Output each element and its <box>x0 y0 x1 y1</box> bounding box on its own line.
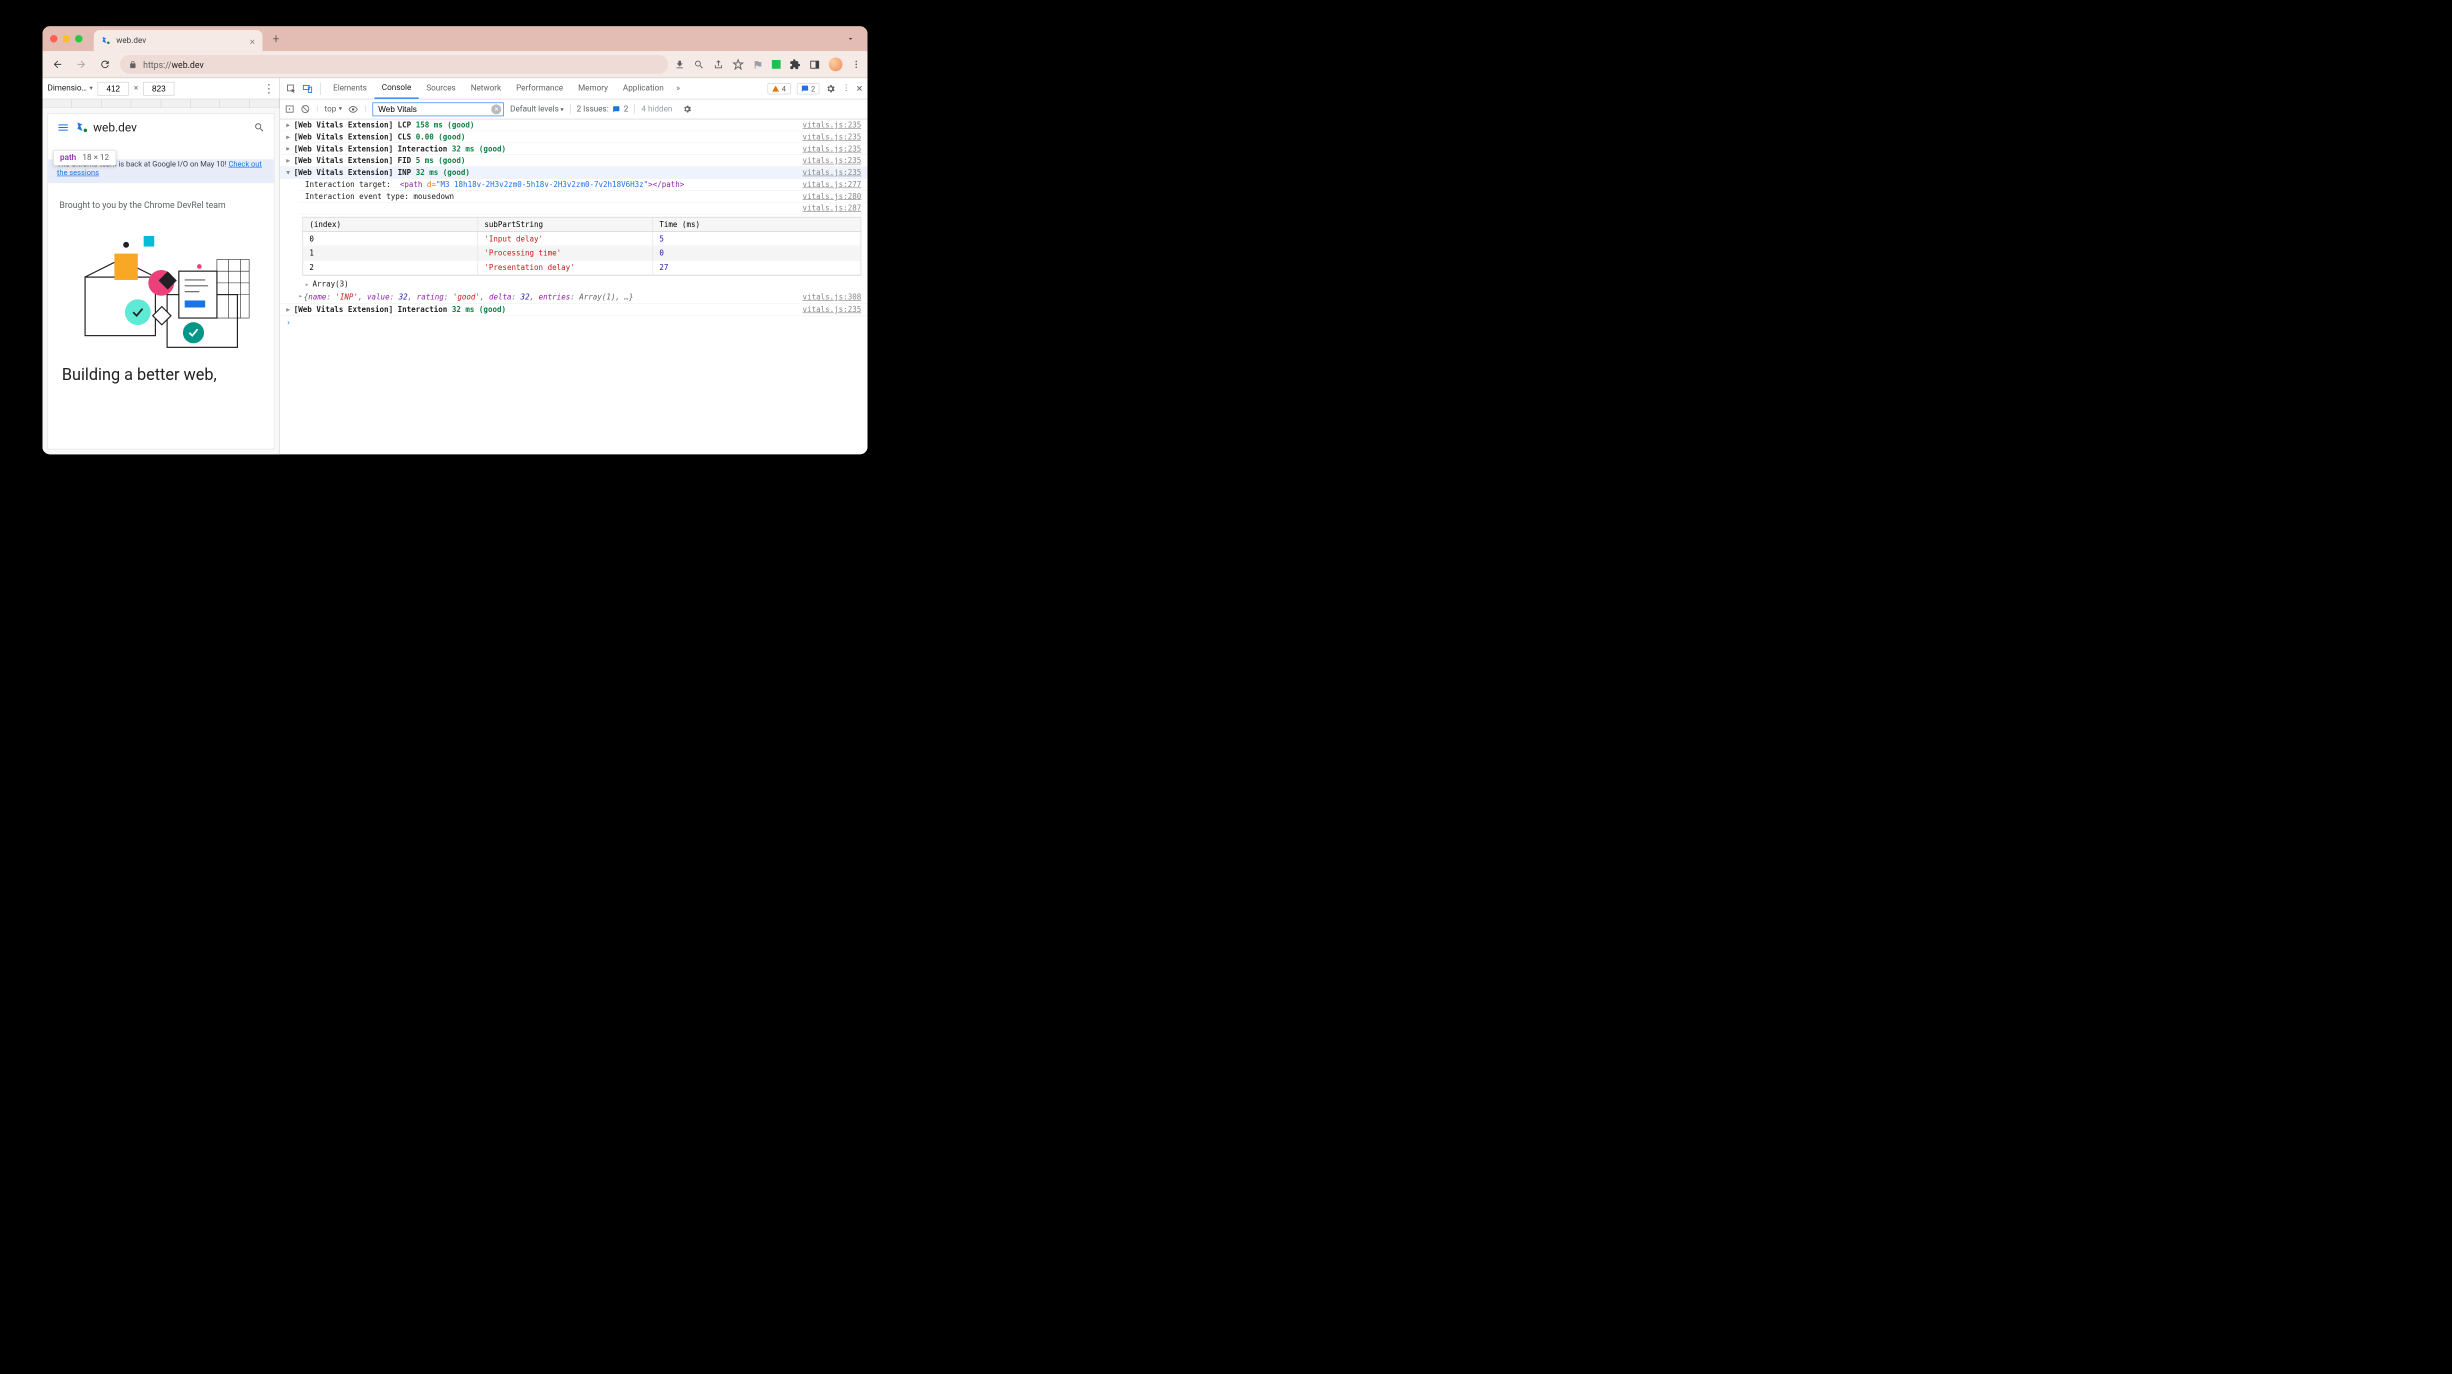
source-link[interactable]: vitals.js:235 <box>803 305 862 314</box>
console-message[interactable]: ▶ [Web Vitals Extension] CLS 0.00 (good)… <box>280 131 868 143</box>
live-expression-icon[interactable] <box>348 104 358 114</box>
gear-icon[interactable] <box>826 83 836 93</box>
inspect-icon[interactable] <box>285 82 298 95</box>
console-message[interactable]: ▶ [Web Vitals Extension] FID 5 ms (good)… <box>280 155 868 167</box>
device-more-icon[interactable]: ⋮ <box>263 82 274 95</box>
flag-icon[interactable] <box>753 59 764 70</box>
reload-button[interactable] <box>96 56 114 74</box>
issues-indicator[interactable]: 2 Issues: 2 <box>570 104 629 113</box>
tooltip-size: 18 × 12 <box>82 153 109 162</box>
devtools-tab-performance[interactable]: Performance <box>509 78 571 99</box>
console-filter-bar: | top | × Default levels 2 Issues: 2 4 h… <box>280 99 868 119</box>
emulated-viewport: web.dev path 18 × 12 The Chrome team is … <box>43 108 280 454</box>
table-row: 0'Input delay'5 <box>303 232 861 246</box>
close-icon[interactable]: × <box>250 35 255 47</box>
new-tab-button[interactable]: + <box>268 31 285 46</box>
console-message[interactable]: ▶ [Web Vitals Extension] Interaction 32 … <box>280 143 868 155</box>
element-tooltip: path 18 × 12 <box>53 150 116 166</box>
url-bar[interactable]: https://web.dev <box>120 55 668 74</box>
devtools-tab-application[interactable]: Application <box>615 78 671 99</box>
filter-input[interactable] <box>373 102 504 116</box>
device-toolbar: Dimensio… × ⋮ <box>43 78 280 99</box>
url-scheme: https:// <box>143 60 171 70</box>
back-button[interactable] <box>49 56 67 74</box>
hero-title: Building a better web, <box>48 361 274 390</box>
share-icon[interactable] <box>713 59 724 70</box>
sidepanel-icon[interactable] <box>809 59 820 70</box>
hero-caption: Brought to you by the Chrome DevRel team <box>48 183 274 217</box>
warnings-pill[interactable]: 4 <box>767 83 790 94</box>
favicon-icon <box>101 36 111 46</box>
tooltip-element: path <box>60 153 76 162</box>
devtools-tabs: ElementsConsoleSourcesNetworkPerformance… <box>280 78 868 99</box>
array-summary[interactable]: Array(3) <box>280 278 868 291</box>
browser-toolbar: https://web.dev <box>43 51 868 77</box>
console-object[interactable]: {name: 'INP', value: 32, rating: 'good',… <box>280 291 868 304</box>
ruler <box>43 99 280 108</box>
source-link[interactable]: vitals.js:235 <box>803 133 862 142</box>
hidden-count: 4 hidden <box>635 104 673 113</box>
table-row: 2'Presentation delay'27 <box>303 261 861 275</box>
extensions-icon[interactable] <box>789 59 800 70</box>
brand-logo[interactable]: web.dev <box>76 120 137 134</box>
devtools-more-icon[interactable]: ⋮ <box>842 84 850 93</box>
extension-indicator[interactable] <box>772 60 781 69</box>
console-output: ▶ [Web Vitals Extension] LCP 158 ms (goo… <box>280 119 868 454</box>
devtools-close-icon[interactable]: × <box>856 82 862 95</box>
clear-console-icon[interactable] <box>301 104 310 113</box>
window-close[interactable] <box>50 35 58 43</box>
window-maximize[interactable] <box>75 35 83 43</box>
devtools-tab-elements[interactable]: Elements <box>326 78 375 99</box>
toolbar-actions <box>674 58 861 72</box>
forward-button[interactable] <box>73 56 91 74</box>
log-levels-select[interactable]: Default levels <box>510 104 563 113</box>
browser-tab[interactable]: web.dev × <box>94 30 263 51</box>
hero-illustration <box>48 217 274 361</box>
console-table: (index)subPartStringTime (ms)0'Input del… <box>303 217 862 276</box>
device-dimensions-select[interactable]: Dimensio… <box>48 84 93 93</box>
tab-strip: web.dev × + <box>43 26 868 51</box>
hamburger-icon[interactable] <box>57 121 70 134</box>
source-link[interactable]: vitals.js:235 <box>803 144 862 153</box>
download-icon[interactable] <box>674 59 685 70</box>
url-host: web.dev <box>171 60 203 70</box>
devtools-tab-memory[interactable]: Memory <box>571 78 616 99</box>
console-message[interactable]: ▼ [Web Vitals Extension] INP 32 ms (good… <box>280 167 868 179</box>
search-icon[interactable] <box>254 122 265 133</box>
profile-avatar[interactable] <box>829 58 843 72</box>
devtools-panel: ElementsConsoleSourcesNetworkPerformance… <box>280 78 868 454</box>
brand-text: web.dev <box>93 120 137 134</box>
clear-filter-icon[interactable]: × <box>491 104 501 114</box>
device-height-input[interactable] <box>143 82 174 96</box>
device-toggle-icon[interactable] <box>301 82 314 95</box>
tab-title: web.dev <box>116 36 245 45</box>
device-preview-panel: Dimensio… × ⋮ web.dev <box>43 78 281 454</box>
tabs-dropdown-icon[interactable] <box>841 34 860 43</box>
console-message[interactable]: ▶ [Web Vitals Extension] LCP 158 ms (goo… <box>280 119 868 131</box>
browser-window: web.dev × + https://web.dev <box>43 26 868 454</box>
device-width-input[interactable] <box>98 82 129 96</box>
zoom-icon[interactable] <box>694 59 705 70</box>
table-row: 1'Processing time'0 <box>303 246 861 260</box>
console-prompt[interactable] <box>280 316 868 330</box>
source-link[interactable]: vitals.js:235 <box>803 168 862 177</box>
console-sidebar-toggle-icon[interactable] <box>285 104 294 113</box>
console-settings-icon[interactable] <box>682 104 691 113</box>
more-tabs-icon[interactable]: » <box>672 84 683 93</box>
source-link[interactable]: vitals.js:235 <box>803 156 862 165</box>
devtools-tab-sources[interactable]: Sources <box>419 78 463 99</box>
messages-pill[interactable]: 2 <box>797 83 820 94</box>
lock-icon <box>129 60 137 68</box>
dim-x: × <box>134 84 138 93</box>
execution-context-select[interactable]: top <box>324 104 341 113</box>
console-message[interactable]: ▶ [Web Vitals Extension] Interaction 32 … <box>280 304 868 316</box>
devtools-tab-console[interactable]: Console <box>374 78 419 99</box>
window-controls <box>50 35 83 43</box>
window-minimize[interactable] <box>63 35 71 43</box>
source-link[interactable]: vitals.js:235 <box>803 121 862 130</box>
overflow-menu-icon[interactable] <box>851 59 861 69</box>
bookmark-icon[interactable] <box>733 59 744 70</box>
devtools-tab-network[interactable]: Network <box>463 78 508 99</box>
